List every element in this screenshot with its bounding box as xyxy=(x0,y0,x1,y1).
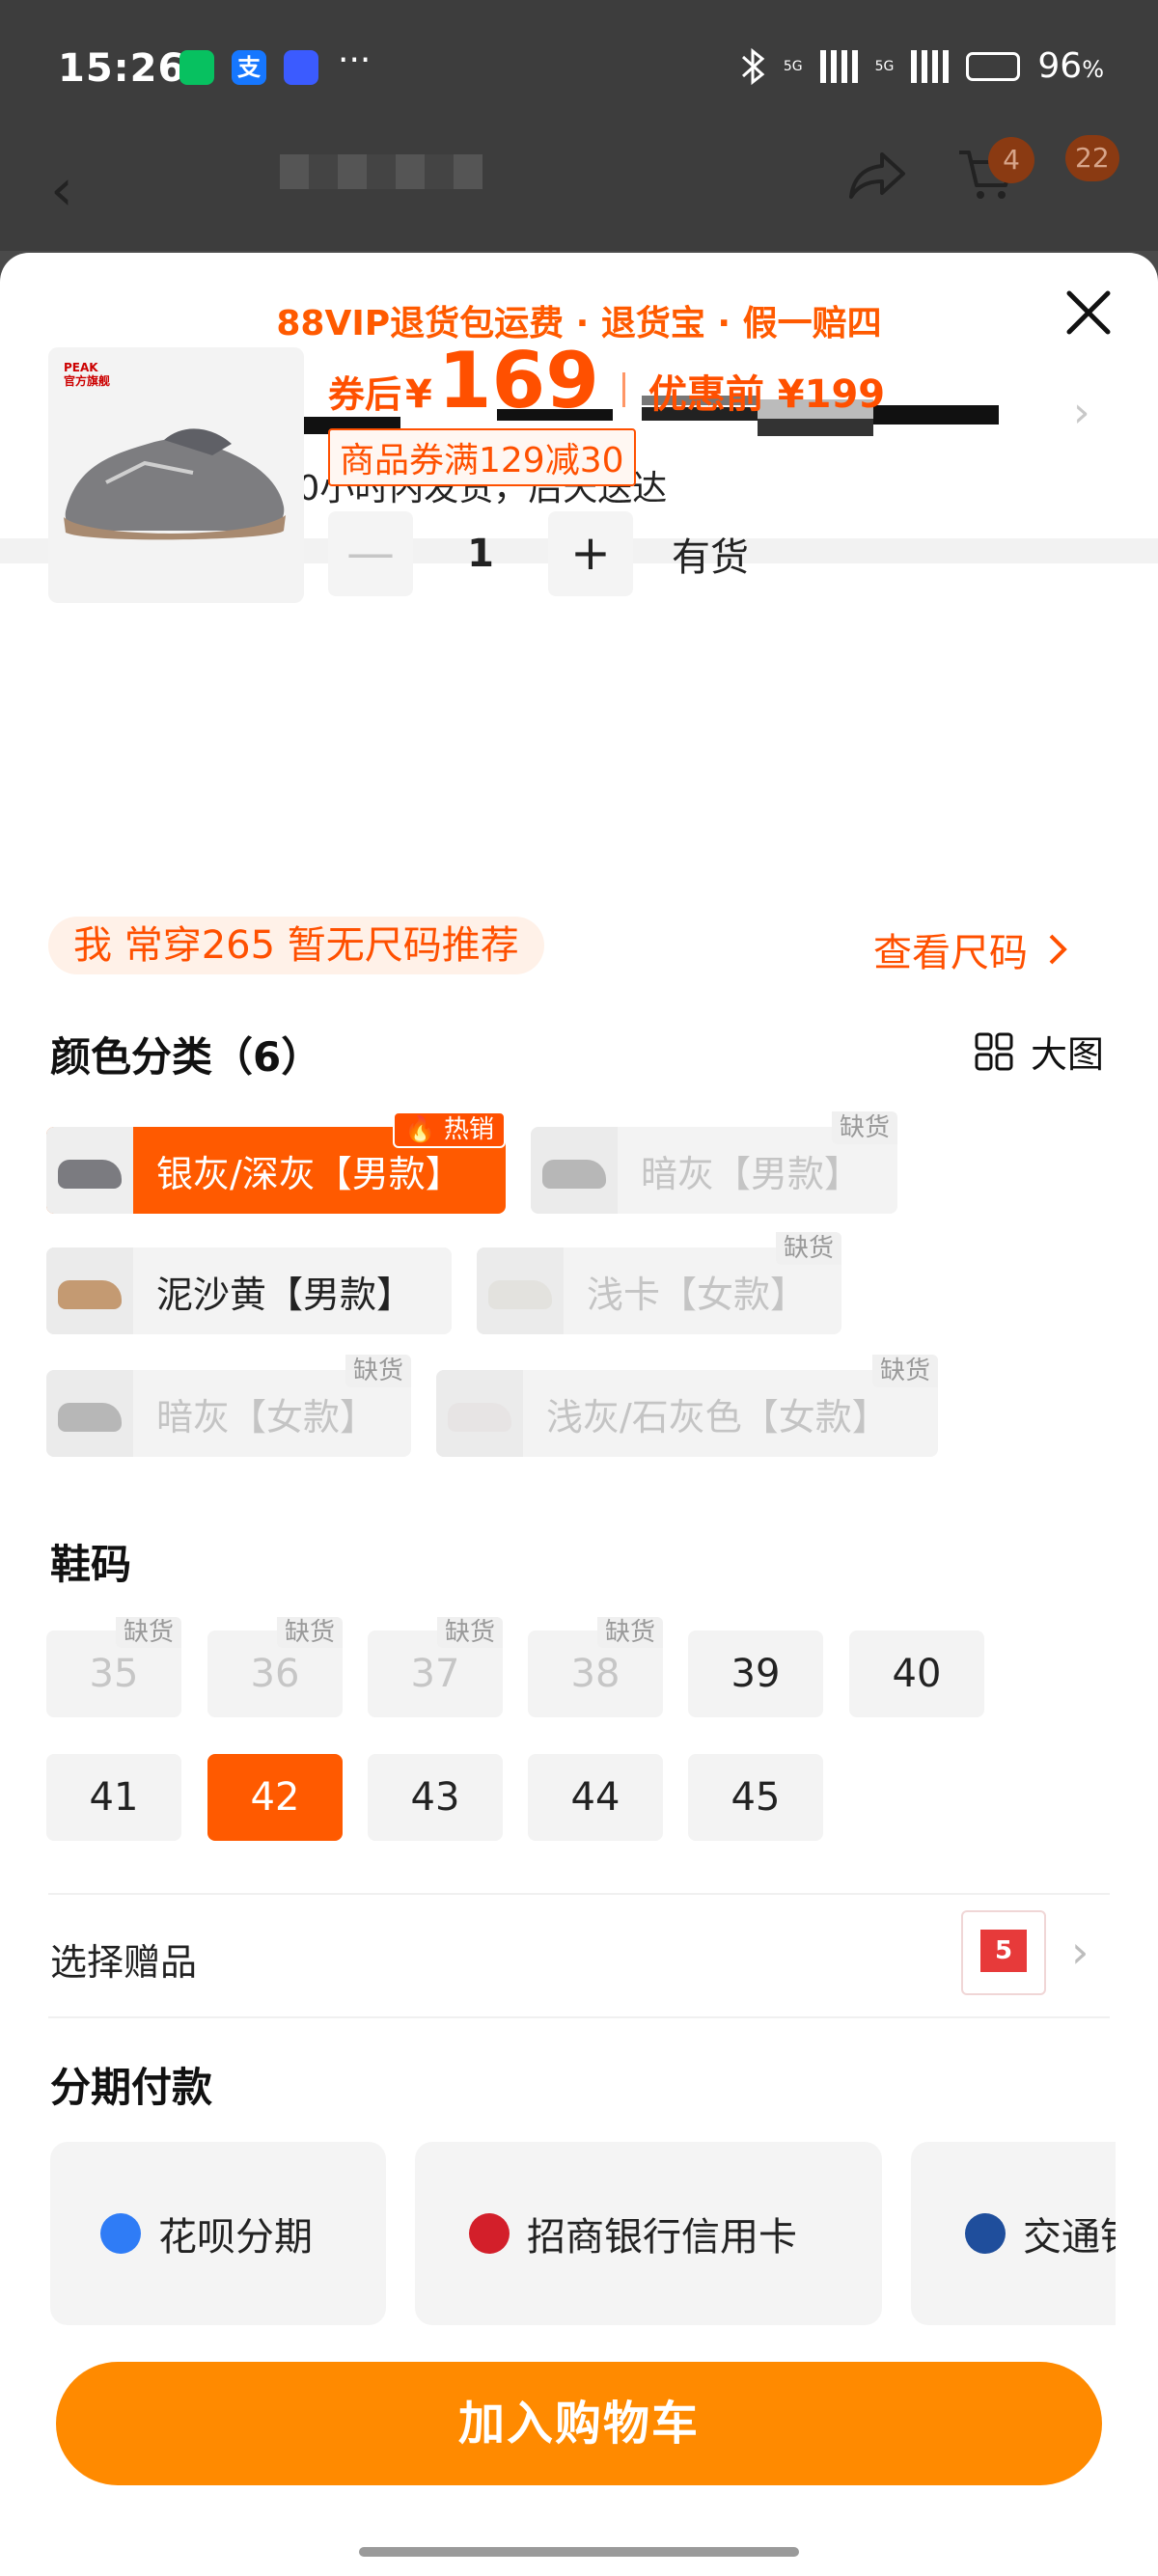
size-section-title: 鞋码 xyxy=(50,1541,132,1588)
out-of-stock-badge: 缺货 xyxy=(871,1355,938,1387)
network-type-1: 5G xyxy=(783,58,803,74)
color-thumbnail xyxy=(46,1247,133,1334)
cmb-bank-icon xyxy=(469,2213,510,2254)
network-type-2: 5G xyxy=(874,58,895,74)
installment-option-huabei[interactable]: 花呗分期 xyxy=(50,2142,386,2325)
color-option-dark-gray-men[interactable]: 暗灰【男款】 缺货 xyxy=(531,1111,897,1214)
address-chevron-icon[interactable]: › xyxy=(1073,388,1090,437)
coupon-badge: 商品券满129减30 xyxy=(328,428,636,486)
huabei-icon xyxy=(100,2213,141,2254)
size-option[interactable]: 44 xyxy=(528,1754,663,1841)
size-option[interactable]: 40 xyxy=(849,1631,984,1717)
size-recommendation: 我 常穿265 暂无尺码推荐 xyxy=(48,917,544,974)
out-of-stock-badge: 缺货 xyxy=(775,1232,841,1265)
home-indicator xyxy=(359,2547,799,2557)
wechat-icon xyxy=(179,50,214,85)
color-option-sand-yellow[interactable]: 泥沙黄【男款】 xyxy=(46,1247,452,1334)
gift-thumbnail[interactable]: 5 xyxy=(961,1910,1046,1995)
signal-2-icon xyxy=(911,49,950,83)
more-notifications-icon: ··· xyxy=(338,41,372,80)
color-thumbnail xyxy=(436,1370,523,1457)
divider xyxy=(48,1893,1110,1895)
installment-option-bocom[interactable]: 交通银行 xyxy=(911,2142,1116,2325)
cart-count-badge: 4 xyxy=(988,137,1034,183)
size-option[interactable]: 43 xyxy=(368,1754,503,1841)
big-image-label: 大图 xyxy=(1031,1033,1105,1076)
color-option-label: 暗灰【男款】 xyxy=(641,1152,862,1195)
price-divider xyxy=(621,372,625,407)
installment-label: 花呗分期 xyxy=(158,2215,313,2260)
decrease-button[interactable]: — xyxy=(328,511,413,596)
color-option-light-gray-stone[interactable]: 浅灰/石灰色【女款】 缺货 xyxy=(436,1355,938,1457)
color-thumbnail xyxy=(46,1370,133,1457)
back-icon[interactable]: ‹ xyxy=(50,156,73,224)
battery-level: 96% xyxy=(1037,46,1104,86)
out-of-stock-badge: 缺货 xyxy=(831,1111,897,1144)
stock-status: 有货 xyxy=(672,535,749,580)
color-option-label: 泥沙黄【男款】 xyxy=(156,1273,414,1316)
battery-icon xyxy=(966,51,1021,81)
price-summary: 券后 ¥ 169 优惠前 ¥199 xyxy=(328,336,885,425)
size-option[interactable]: 39 xyxy=(688,1631,823,1717)
after-coupon-label: 券后 xyxy=(328,373,402,416)
size-chart-label: 查看尺码 xyxy=(873,931,1028,975)
color-option-label: 浅灰/石灰色【女款】 xyxy=(546,1395,889,1439)
out-of-stock-badge: 缺货 xyxy=(345,1355,411,1387)
size-option-selected[interactable]: 42 xyxy=(207,1754,343,1841)
coupon-price: 169 xyxy=(437,336,599,425)
quantity-value[interactable]: 1 xyxy=(413,532,548,576)
quantity-stepper: — 1 + 有货 xyxy=(328,511,749,596)
close-icon[interactable] xyxy=(1063,288,1114,338)
color-thumbnail xyxy=(477,1247,564,1334)
grid-icon xyxy=(975,1032,1013,1070)
size-option[interactable]: 45 xyxy=(688,1754,823,1841)
chevron-right-icon xyxy=(1049,934,1067,965)
status-indicators: 5G 5G 96% xyxy=(741,46,1104,86)
bocom-bank-icon xyxy=(965,2213,1006,2254)
color-thumbnail xyxy=(531,1127,618,1214)
big-image-toggle[interactable]: 大图 xyxy=(975,1025,1104,1078)
size-option[interactable]: 35 缺货 xyxy=(46,1617,181,1717)
size-option[interactable]: 36 缺货 xyxy=(207,1617,343,1717)
color-option-silver-gray[interactable]: 银灰/深灰【男款】 🔥 热销 xyxy=(46,1111,506,1214)
size-option[interactable]: 38 缺货 xyxy=(528,1617,663,1717)
status-time: 15:26 xyxy=(58,46,186,91)
color-option-dark-gray-women[interactable]: 暗灰【女款】 缺货 xyxy=(46,1355,411,1457)
signal-1-icon xyxy=(819,49,858,83)
share-icon[interactable] xyxy=(847,147,909,201)
message-count-badge: 22 xyxy=(1065,135,1119,181)
installment-label: 招商银行信用卡 xyxy=(527,2215,797,2260)
out-of-stock-badge: 缺货 xyxy=(596,1617,663,1648)
color-option-label: 银灰/深灰【男款】 xyxy=(156,1152,462,1195)
divider xyxy=(48,2016,1110,2018)
color-thumbnail xyxy=(46,1127,133,1214)
installment-section-title: 分期付款 xyxy=(50,2064,213,2111)
increase-button[interactable]: + xyxy=(548,511,633,596)
installment-option-cmb[interactable]: 招商银行信用卡 xyxy=(415,2142,882,2325)
gift-chevron-icon[interactable]: › xyxy=(1071,1926,1089,1978)
page-title-redacted xyxy=(280,154,482,189)
product-thumbnail[interactable]: PEAK 官方旗舰 xyxy=(48,347,304,603)
color-option-label: 暗灰【女款】 xyxy=(156,1395,377,1439)
installment-label: 交通银行 xyxy=(1023,2215,1116,2260)
size-option[interactable]: 37 缺货 xyxy=(368,1617,503,1717)
hot-sale-badge: 🔥 热销 xyxy=(393,1111,506,1148)
brand-logo: PEAK 官方旗舰 xyxy=(64,361,111,388)
alipay-icon: 支 xyxy=(232,50,266,85)
gift-selector-label[interactable]: 选择赠品 xyxy=(50,1932,197,1986)
shield-icon xyxy=(284,50,318,85)
size-option[interactable]: 41 xyxy=(46,1754,181,1841)
color-section-title: 颜色分类（6） xyxy=(50,1033,322,1081)
bluetooth-icon xyxy=(741,47,765,85)
currency-symbol: ¥ xyxy=(405,372,432,417)
out-of-stock-badge: 缺货 xyxy=(436,1617,503,1648)
size-chart-link[interactable]: 查看尺码 xyxy=(873,921,1068,977)
color-option-light-khaki[interactable]: 浅卡【女款】 缺货 xyxy=(477,1232,841,1334)
original-price: 优惠前 ¥199 xyxy=(648,372,886,417)
color-option-label: 浅卡【女款】 xyxy=(587,1273,808,1316)
out-of-stock-badge: 缺货 xyxy=(115,1617,181,1648)
status-bar: 15:26 支 ··· 5G 5G 96% xyxy=(0,0,1158,135)
out-of-stock-badge: 缺货 xyxy=(276,1617,343,1648)
add-to-cart-button[interactable]: 加入购物车 xyxy=(56,2362,1102,2485)
